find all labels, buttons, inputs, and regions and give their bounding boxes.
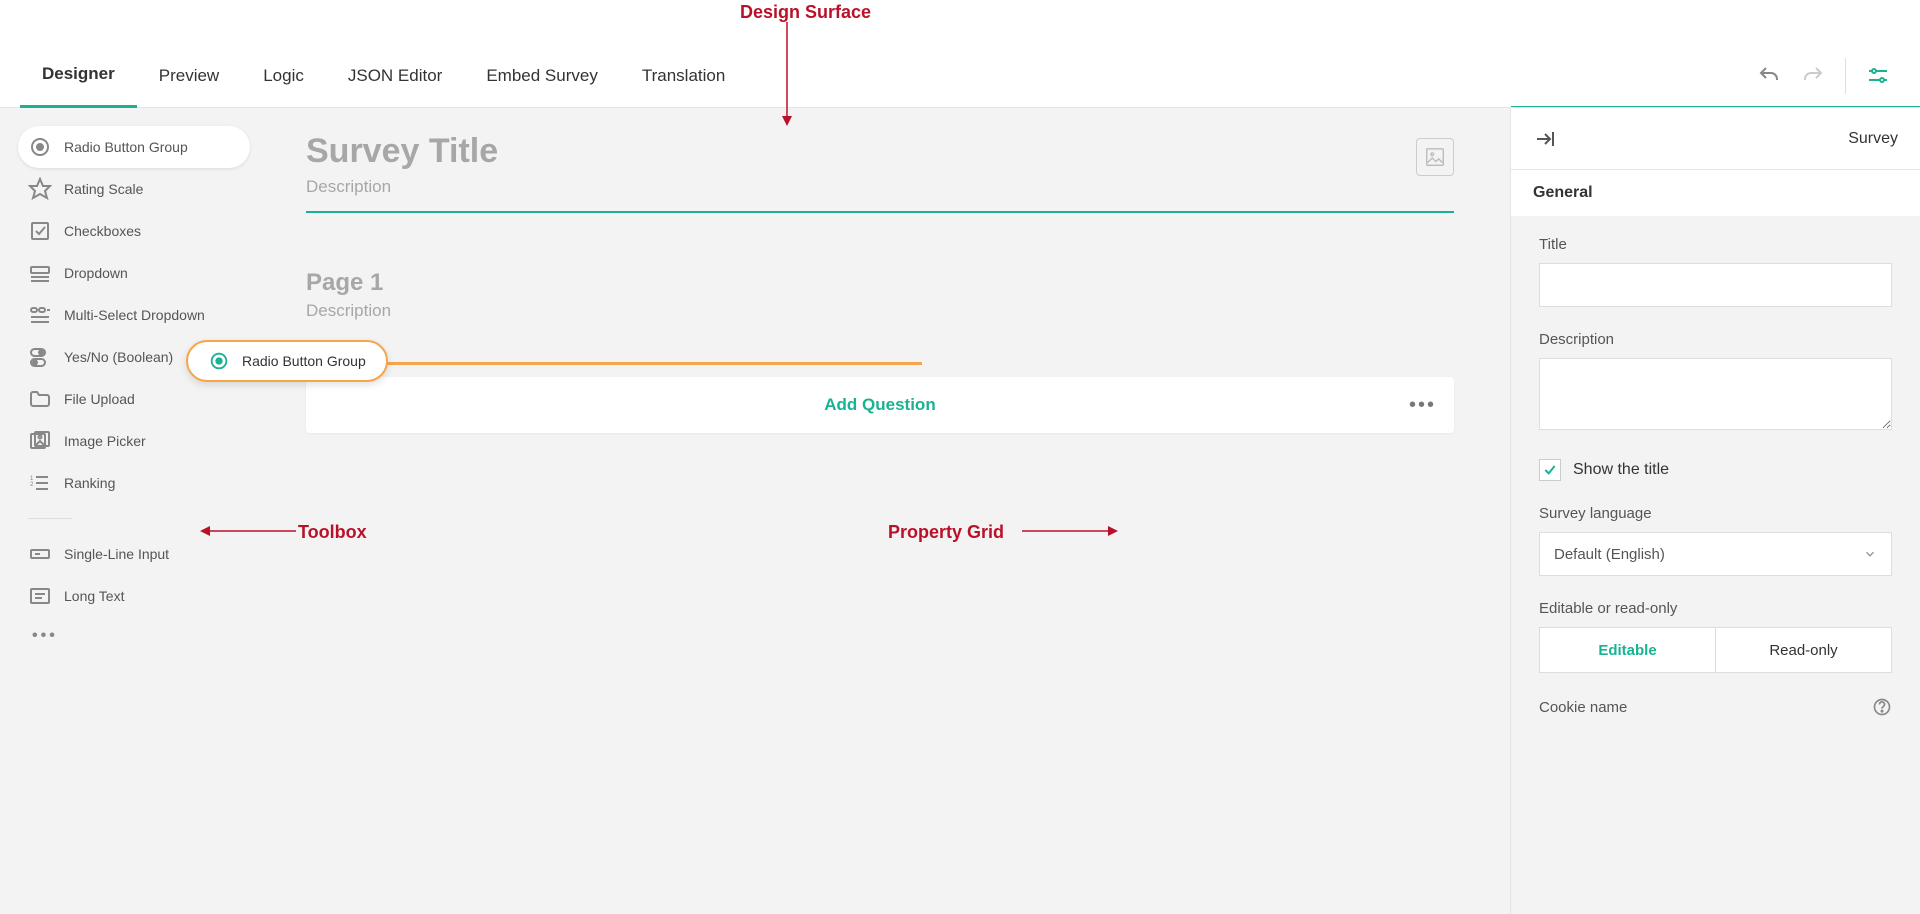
image-placeholder-icon: [1424, 146, 1446, 168]
prop-mode-label: Editable or read-only: [1539, 600, 1892, 617]
tab-logic[interactable]: Logic: [241, 44, 326, 108]
tab-designer[interactable]: Designer: [20, 44, 137, 108]
drag-ghost-label: Radio Button Group: [242, 353, 366, 369]
toolbox-item-ranking[interactable]: 12 Ranking: [18, 462, 250, 504]
undo-icon: [1757, 64, 1781, 88]
property-grid-header: Survey: [1511, 106, 1920, 170]
page-block: Page 1 Description: [306, 269, 1454, 321]
property-section-general[interactable]: General: [1511, 170, 1920, 216]
prop-cookie-label: Cookie name: [1539, 699, 1627, 716]
longtext-icon: [28, 584, 52, 608]
property-object-label[interactable]: Survey: [1848, 130, 1898, 148]
prop-title-label: Title: [1539, 236, 1892, 253]
toolbox: Radio Button Group Rating Scale Checkbox…: [0, 108, 250, 914]
logo-placeholder[interactable]: [1416, 138, 1454, 176]
prop-show-title-checkbox[interactable]: Show the title: [1539, 459, 1892, 481]
prop-description-label: Description: [1539, 331, 1892, 348]
help-icon[interactable]: [1872, 697, 1892, 717]
tab-preview[interactable]: Preview: [137, 44, 241, 108]
dropdown-icon: [28, 261, 52, 285]
survey-header-divider: [306, 211, 1454, 213]
prop-mode-toggle: Editable Read-only: [1539, 627, 1892, 673]
prop-mode-readonly[interactable]: Read-only: [1716, 628, 1891, 672]
drag-ghost: Radio Button Group: [186, 340, 388, 382]
toolbox-item-checkboxes[interactable]: Checkboxes: [18, 210, 250, 252]
toolbar-divider: [1845, 58, 1846, 94]
checkbox-icon: [1539, 459, 1561, 481]
checkbox-icon: [28, 219, 52, 243]
toolbox-item-label: Long Text: [64, 588, 124, 604]
ranking-icon: 12: [28, 471, 52, 495]
undo-button[interactable]: [1747, 54, 1791, 98]
toolbox-item-dropdown[interactable]: Dropdown: [18, 252, 250, 294]
svg-text:2: 2: [30, 482, 34, 488]
toolbox-item-label: File Upload: [64, 391, 135, 407]
survey-title-placeholder[interactable]: Survey Title: [306, 132, 1454, 171]
settings-button[interactable]: [1856, 54, 1900, 98]
top-nav: Designer Preview Logic JSON Editor Embed…: [0, 44, 1920, 108]
survey-header: Survey Title Description: [306, 132, 1454, 221]
sliders-icon: [1866, 64, 1890, 88]
toolbox-item-label: Dropdown: [64, 265, 128, 281]
tab-embed-survey[interactable]: Embed Survey: [464, 44, 620, 108]
toggle-icon: [28, 345, 52, 369]
property-grid: Survey General Title Description Show th…: [1510, 108, 1920, 914]
toolbox-item-singleline[interactable]: Single-Line Input: [18, 533, 250, 575]
toolbox-item-label: Multi-Select Dropdown: [64, 307, 205, 323]
chevron-down-icon: [1863, 547, 1877, 561]
page-description[interactable]: Description: [306, 301, 1454, 321]
tab-translation[interactable]: Translation: [620, 44, 747, 108]
prop-show-title-label: Show the title: [1573, 461, 1669, 479]
prop-mode-editable[interactable]: Editable: [1540, 628, 1716, 672]
survey-description-placeholder[interactable]: Description: [306, 177, 1454, 197]
add-question-more-button[interactable]: •••: [1409, 394, 1436, 417]
toolbox-more-button[interactable]: •••: [18, 617, 250, 655]
dots-icon: •••: [32, 627, 58, 644]
toolbox-item-multiselect[interactable]: Multi-Select Dropdown: [18, 294, 250, 336]
toolbox-item-rating[interactable]: Rating Scale: [18, 168, 250, 210]
multiselect-icon: [28, 303, 52, 327]
toolbox-item-label: Yes/No (Boolean): [64, 349, 173, 365]
toolbox-item-imagepicker[interactable]: Image Picker: [18, 420, 250, 462]
toolbox-item-radio[interactable]: Radio Button Group: [18, 126, 250, 168]
prop-title-input[interactable]: [1539, 263, 1892, 307]
tab-json-editor[interactable]: JSON Editor: [326, 44, 464, 108]
toolbox-separator: [28, 518, 72, 519]
design-surface[interactable]: Survey Title Description Page 1 Descript…: [250, 108, 1510, 914]
toolbox-item-label: Checkboxes: [64, 223, 141, 239]
radio-icon: [28, 135, 52, 159]
toolbox-item-longtext[interactable]: Long Text: [18, 575, 250, 617]
prop-language-label: Survey language: [1539, 505, 1892, 522]
redo-icon: [1801, 64, 1825, 88]
radio-icon: [208, 350, 230, 372]
prop-language-select[interactable]: Default (English): [1539, 532, 1892, 576]
prop-description-input[interactable]: [1539, 358, 1892, 430]
toolbox-item-label: Ranking: [64, 475, 115, 491]
toolbox-item-file[interactable]: File Upload: [18, 378, 250, 420]
toolbox-item-label: Image Picker: [64, 433, 146, 449]
toolbox-item-label: Radio Button Group: [64, 139, 188, 155]
page-title[interactable]: Page 1: [306, 269, 1454, 297]
text-icon: [28, 542, 52, 566]
add-question-panel: Add Question •••: [306, 377, 1454, 433]
add-question-button[interactable]: Add Question: [824, 395, 935, 415]
star-icon: [28, 177, 52, 201]
drop-indicator: [362, 362, 922, 365]
image-icon: [28, 429, 52, 453]
redo-button[interactable]: [1791, 54, 1835, 98]
prop-language-value: Default (English): [1554, 546, 1665, 563]
folder-icon: [28, 387, 52, 411]
collapse-panel-button[interactable]: [1533, 127, 1557, 151]
toolbox-item-label: Single-Line Input: [64, 546, 169, 562]
toolbox-item-label: Rating Scale: [64, 181, 143, 197]
